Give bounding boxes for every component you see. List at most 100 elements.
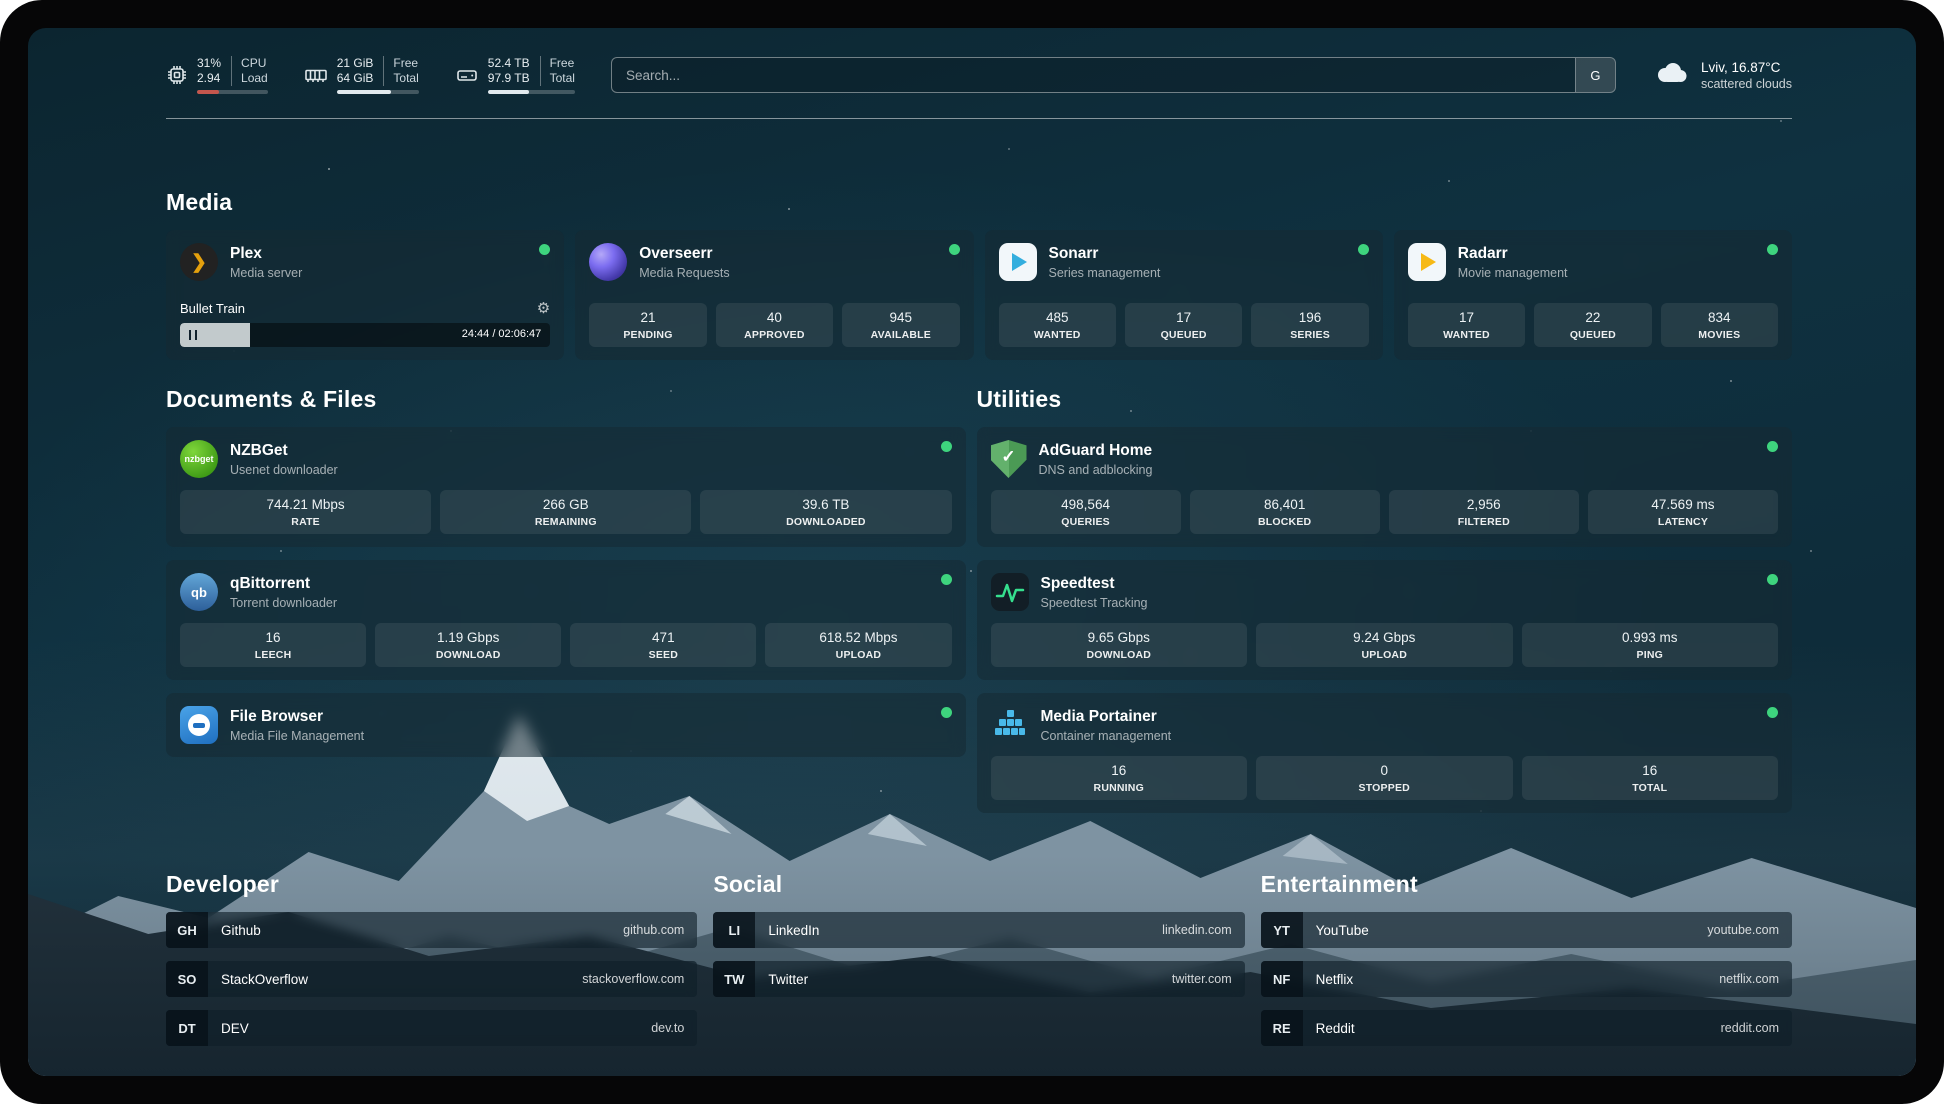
status-dot [1358, 244, 1369, 255]
app-description: Media Requests [639, 266, 729, 280]
app-description: Movie management [1458, 266, 1568, 280]
bookmark-url: netflix.com [1719, 972, 1779, 986]
bookmark-name: StackOverflow [221, 972, 308, 987]
stat-available: 945AVAILABLE [842, 303, 959, 347]
github-icon: GH [166, 912, 208, 948]
stat-remaining: 266 GBREMAINING [440, 490, 691, 534]
disk-total-label: Total [540, 71, 575, 86]
app-name: AdGuard Home [1039, 442, 1153, 460]
youtube-icon: YT [1261, 912, 1303, 948]
disk-widget: 52.4 TB Free 97.9 TB Total [455, 56, 575, 94]
stat-blocked: 86,401BLOCKED [1190, 490, 1380, 534]
stat-leech: 16LEECH [180, 623, 366, 667]
bookmark-reddit[interactable]: RE Reddit reddit.com [1261, 1010, 1792, 1046]
settings-gear-icon[interactable]: ⚙ [537, 301, 550, 316]
search-engine-button[interactable]: G [1575, 58, 1615, 92]
app-card-qbittorrent[interactable]: qb qBittorrent Torrent downloader 16LEEC… [166, 560, 966, 680]
dev-icon: DT [166, 1010, 208, 1046]
memory-free-label: Free [383, 56, 418, 71]
overseerr-icon [589, 243, 627, 281]
status-dot [1767, 707, 1778, 718]
app-card-portainer[interactable]: Media Portainer Container management 16R… [977, 693, 1793, 813]
bookmark-netflix[interactable]: NF Netflix netflix.com [1261, 961, 1792, 997]
app-card-radarr[interactable]: Radarr Movie management 17WANTED 22QUEUE… [1394, 230, 1792, 360]
app-card-filebrowser[interactable]: File Browser Media File Management [166, 693, 966, 757]
stat-wanted: 17WANTED [1408, 303, 1525, 347]
linkedin-icon: LI [713, 912, 755, 948]
bookmark-url: linkedin.com [1162, 923, 1231, 937]
status-dot [949, 244, 960, 255]
bookmark-stackoverflow[interactable]: SO StackOverflow stackoverflow.com [166, 961, 697, 997]
pause-icon[interactable] [189, 330, 197, 340]
bookmark-url: youtube.com [1707, 923, 1779, 937]
bookmark-youtube[interactable]: YT YouTube youtube.com [1261, 912, 1792, 948]
cpu-load-label: Load [231, 71, 268, 86]
bookmark-dev[interactable]: DT DEV dev.to [166, 1010, 697, 1046]
stat-running: 16RUNNING [991, 756, 1248, 800]
app-card-sonarr[interactable]: Sonarr Series management 485WANTED 17QUE… [985, 230, 1383, 360]
memory-free-value: 21 GiB [337, 56, 374, 71]
search-input[interactable] [611, 57, 1616, 93]
section-title-utilities: Utilities [977, 386, 1793, 413]
bookmark-name: Twitter [768, 972, 808, 987]
app-name: NZBGet [230, 442, 338, 460]
cpu-usage-label: CPU [231, 56, 268, 71]
bookmark-url: dev.to [651, 1021, 684, 1035]
app-description: Speedtest Tracking [1041, 596, 1148, 610]
status-dot [1767, 574, 1778, 585]
cpu-chip-icon [166, 64, 188, 86]
stat-latency: 47.569 msLATENCY [1588, 490, 1778, 534]
bookmark-name: LinkedIn [768, 923, 819, 938]
bookmark-github[interactable]: GH Github github.com [166, 912, 697, 948]
nzbget-icon: nzbget [180, 440, 218, 478]
stat-downloaded: 39.6 TBDOWNLOADED [700, 490, 951, 534]
app-card-plex[interactable]: Plex Media server Bullet Train ⚙ 24:44 / [166, 230, 564, 360]
disk-free-value: 52.4 TB [488, 56, 530, 71]
section-title-documents: Documents & Files [166, 386, 966, 413]
plex-icon [180, 243, 218, 281]
app-card-adguard[interactable]: AdGuard Home DNS and adblocking 498,564Q… [977, 427, 1793, 547]
qbittorrent-icon: qb [180, 573, 218, 611]
app-description: Media File Management [230, 729, 364, 743]
playback-time: 24:44 / 02:06:47 [462, 328, 542, 340]
app-card-nzbget[interactable]: nzbget NZBGet Usenet downloader 744.21 M… [166, 427, 966, 547]
section-utilities: Utilities AdGuard Home DNS and adblockin… [977, 386, 1793, 813]
bookmark-url: reddit.com [1721, 1021, 1779, 1035]
stat-queued: 17QUEUED [1125, 303, 1242, 347]
top-bar: 31% CPU 2.94 Load [166, 46, 1792, 104]
system-stats: 31% CPU 2.94 Load [166, 56, 575, 94]
section-title-developer: Developer [166, 871, 697, 898]
adguard-shield-icon [991, 440, 1027, 478]
disk-total-value: 97.9 TB [488, 71, 530, 86]
stat-download: 9.65 GbpsDOWNLOAD [991, 623, 1248, 667]
stat-approved: 40APPROVED [716, 303, 833, 347]
media-grid: Plex Media server Bullet Train ⚙ 24:44 / [166, 230, 1792, 360]
app-name: qBittorrent [230, 575, 337, 593]
status-dot [941, 441, 952, 452]
app-name: Overseerr [639, 245, 729, 263]
app-name: Radarr [1458, 245, 1568, 263]
status-dot [941, 574, 952, 585]
memory-total-value: 64 GiB [337, 71, 374, 86]
bookmark-url: twitter.com [1172, 972, 1232, 986]
bookmark-twitter[interactable]: TW Twitter twitter.com [713, 961, 1244, 997]
app-description: Usenet downloader [230, 463, 338, 477]
memory-widget: 21 GiB Free 64 GiB Total [304, 56, 419, 94]
bookmark-name: Github [221, 923, 261, 938]
stat-total: 16TOTAL [1522, 756, 1779, 800]
portainer-container-icon [991, 706, 1029, 744]
app-card-overseerr[interactable]: Overseerr Media Requests 21PENDING 40APP… [575, 230, 973, 360]
app-card-speedtest[interactable]: Speedtest Speedtest Tracking 9.65 GbpsDO… [977, 560, 1793, 680]
playback-progress-bar[interactable]: 24:44 / 02:06:47 [180, 323, 550, 347]
reddit-icon: RE [1261, 1010, 1303, 1046]
search: G [611, 57, 1616, 93]
stat-rate: 744.21 MbpsRATE [180, 490, 431, 534]
bookmarks-entertainment: Entertainment YT YouTube youtube.com NF … [1261, 871, 1792, 1059]
stackoverflow-icon: SO [166, 961, 208, 997]
filebrowser-icon [180, 706, 218, 744]
status-dot [941, 707, 952, 718]
app-name: File Browser [230, 708, 364, 726]
disk-usage-bar [488, 90, 575, 94]
twitter-icon: TW [713, 961, 755, 997]
bookmark-linkedin[interactable]: LI LinkedIn linkedin.com [713, 912, 1244, 948]
